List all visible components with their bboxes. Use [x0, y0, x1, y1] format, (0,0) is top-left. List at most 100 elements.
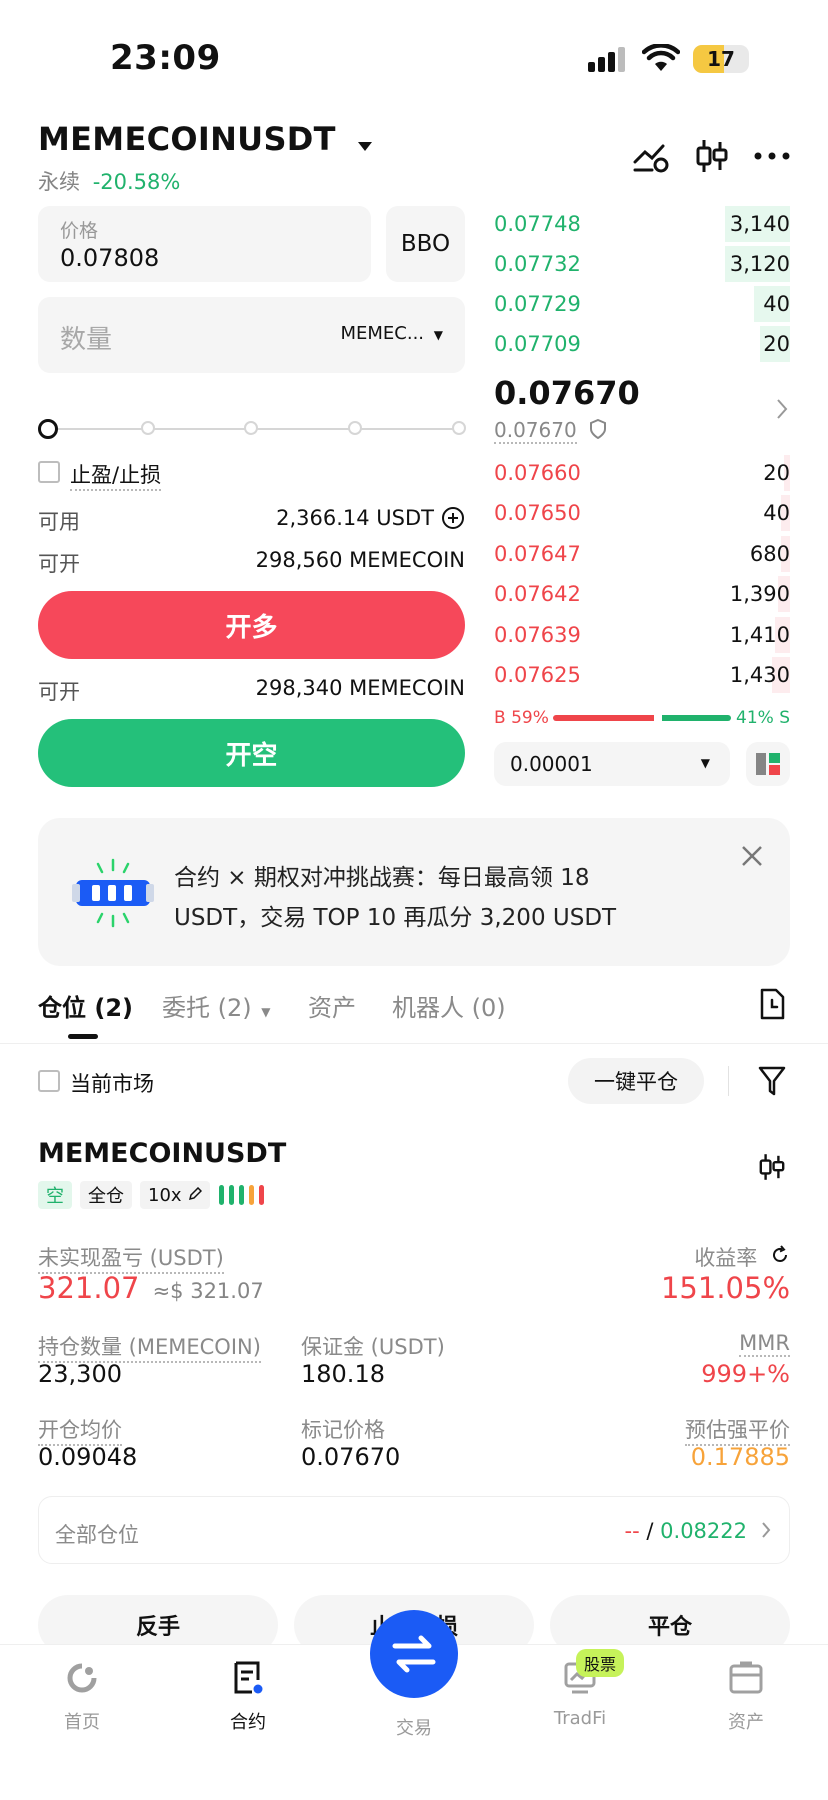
bid-price: 0.07660: [494, 461, 581, 485]
ask-row[interactable]: 0.07748 3,140: [494, 204, 790, 244]
status-time: 23:09: [110, 38, 221, 78]
bid-row[interactable]: 0.07660 20: [494, 453, 790, 493]
promo-text-line1: 合约 × 期权对冲挑战赛：每日最高领 18: [174, 865, 590, 891]
price-input[interactable]: 0.07808: [60, 244, 159, 272]
bid-qty: 680: [749, 541, 790, 566]
close-icon[interactable]: [740, 844, 764, 872]
tpsl-label[interactable]: 止盈/止损: [70, 459, 162, 491]
price-alert-icon[interactable]: [632, 136, 672, 176]
ask-price: 0.07709: [494, 332, 581, 356]
nav-trade-label[interactable]: 交易: [344, 1714, 484, 1740]
slider-stop-75[interactable]: [348, 421, 362, 435]
upnl-value: 321.07: [38, 1271, 140, 1305]
tab-assets[interactable]: 资产: [308, 988, 356, 1023]
ask-row[interactable]: 0.07729 40: [494, 284, 790, 324]
precision-value: 0.00001: [510, 752, 593, 776]
all-positions-row[interactable]: 全部仓位 -- / 0.08222: [38, 1496, 790, 1564]
tab-orders[interactable]: 委托 (2) ▼: [162, 988, 271, 1023]
nav-trade-button[interactable]: [370, 1610, 458, 1698]
slider-stop-50[interactable]: [244, 421, 258, 435]
roe-label[interactable]: 收益率: [694, 1242, 790, 1272]
bid-row[interactable]: 0.07650 40: [494, 493, 790, 533]
upnl-usd: ≈$ 321.07: [152, 1279, 264, 1303]
tab-bots[interactable]: 机器人 (0): [392, 988, 506, 1023]
layout-icon: [756, 753, 780, 775]
upnl-label[interactable]: 未实现盈亏 (USDT): [38, 1242, 224, 1274]
tradfi-badge: 股票: [576, 1649, 625, 1677]
leverage-value: 10x: [148, 1184, 182, 1206]
open-short-button[interactable]: 开空: [38, 719, 465, 787]
ask-qty: 3,140: [729, 212, 790, 236]
precision-select[interactable]: 0.00001 ▼: [494, 742, 730, 786]
tabs-divider: [0, 1043, 828, 1044]
orderbook-layout-button[interactable]: [746, 742, 790, 786]
ask-price: 0.07748: [494, 212, 581, 236]
slider-handle[interactable]: [38, 419, 58, 439]
slider-stop-25[interactable]: [141, 421, 155, 435]
tab-positions[interactable]: 仓位 (2): [38, 988, 133, 1023]
quantity-field[interactable]: 数量 MEMEC... ▼: [38, 297, 465, 373]
available-value: 2,366.14 USDT: [276, 506, 434, 530]
price-field[interactable]: 价格 0.07808: [38, 206, 371, 282]
ratio-bar: [553, 715, 731, 721]
promo-banner[interactable]: 合约 × 期权对冲挑战赛：每日最高领 18 USDT，交易 TOP 10 再瓜分…: [38, 818, 790, 966]
size-value: 23,300: [38, 1360, 122, 1388]
roe-label-text: 收益率: [694, 1246, 758, 1270]
position-symbol[interactable]: MEMECOINUSDT: [38, 1138, 286, 1169]
size-label[interactable]: 持仓数量 (MEMECOIN): [38, 1331, 261, 1363]
filter-divider: [728, 1066, 729, 1096]
filter-icon[interactable]: [758, 1066, 786, 1100]
all-positions-values: -- / 0.08222: [625, 1519, 747, 1543]
chevron-right-icon: [761, 1521, 771, 1543]
bid-row[interactable]: 0.07647 680: [494, 534, 790, 574]
entry-label[interactable]: 开仓均价: [38, 1414, 122, 1446]
refresh-icon: [770, 1245, 790, 1270]
nav-home[interactable]: 首页: [12, 1660, 152, 1734]
quantity-input[interactable]: 数量: [60, 319, 112, 356]
mark-value: 0.07670: [301, 1443, 401, 1471]
symbol-title[interactable]: MEMECOINUSDT: [38, 120, 373, 160]
entry-value: 0.09048: [38, 1443, 138, 1471]
history-icon[interactable]: [758, 988, 786, 1024]
bid-row[interactable]: 0.07639 1,410: [494, 615, 790, 655]
current-market-checkbox[interactable]: [38, 1070, 60, 1092]
ask-price: 0.07732: [494, 252, 581, 276]
liq-label[interactable]: 预估强平价: [685, 1414, 790, 1446]
shield-icon: [589, 418, 607, 444]
candlestick-chart-icon[interactable]: [692, 136, 732, 176]
tpsl-checkbox[interactable]: [38, 461, 60, 483]
leverage-badge[interactable]: 10x: [140, 1181, 210, 1209]
transfer-plus-icon[interactable]: [441, 506, 465, 534]
mmr-label[interactable]: MMR: [739, 1331, 790, 1357]
open-short-value: 298,340 MEMECOIN: [255, 676, 465, 700]
wifi-icon: [641, 43, 681, 78]
bid-row[interactable]: 0.07625 1,430: [494, 655, 790, 695]
tab-orders-label: 委托 (2): [162, 994, 252, 1022]
ratio-bar-sell: [662, 715, 731, 721]
nav-futures[interactable]: 合约: [178, 1660, 318, 1734]
wallet-icon: [729, 1661, 763, 1694]
candlestick-chart-icon[interactable]: [756, 1150, 788, 1188]
all-positions-label: 全部仓位: [55, 1523, 139, 1547]
bbo-button[interactable]: BBO: [386, 206, 465, 282]
open-long-button[interactable]: 开多: [38, 591, 465, 659]
buy-ratio: B 59%: [494, 708, 549, 728]
swap-icon: [392, 1635, 436, 1673]
futures-icon: [234, 1661, 263, 1694]
close-all-button[interactable]: 一键平仓: [568, 1058, 704, 1104]
risk-level-indicator: [219, 1185, 271, 1209]
chevron-right-icon[interactable]: [776, 398, 788, 424]
mmr-value: 999+%: [701, 1360, 790, 1388]
ask-row[interactable]: 0.07732 3,120: [494, 244, 790, 284]
margin-mode-badge: 全仓: [80, 1181, 132, 1209]
bid-qty: 40: [763, 501, 790, 526]
slider-stop-100[interactable]: [452, 421, 466, 435]
more-icon[interactable]: [752, 136, 792, 176]
bid-row[interactable]: 0.07642 1,390: [494, 574, 790, 614]
caret-down-icon: [357, 122, 373, 160]
quantity-unit-select[interactable]: MEMEC... ▼: [340, 323, 443, 344]
ask-row[interactable]: 0.07709 20: [494, 324, 790, 364]
nav-assets[interactable]: 资产: [676, 1660, 816, 1734]
promo-icon: [72, 858, 154, 932]
upnl-row: 321.07 ≈$ 321.07: [38, 1271, 264, 1305]
